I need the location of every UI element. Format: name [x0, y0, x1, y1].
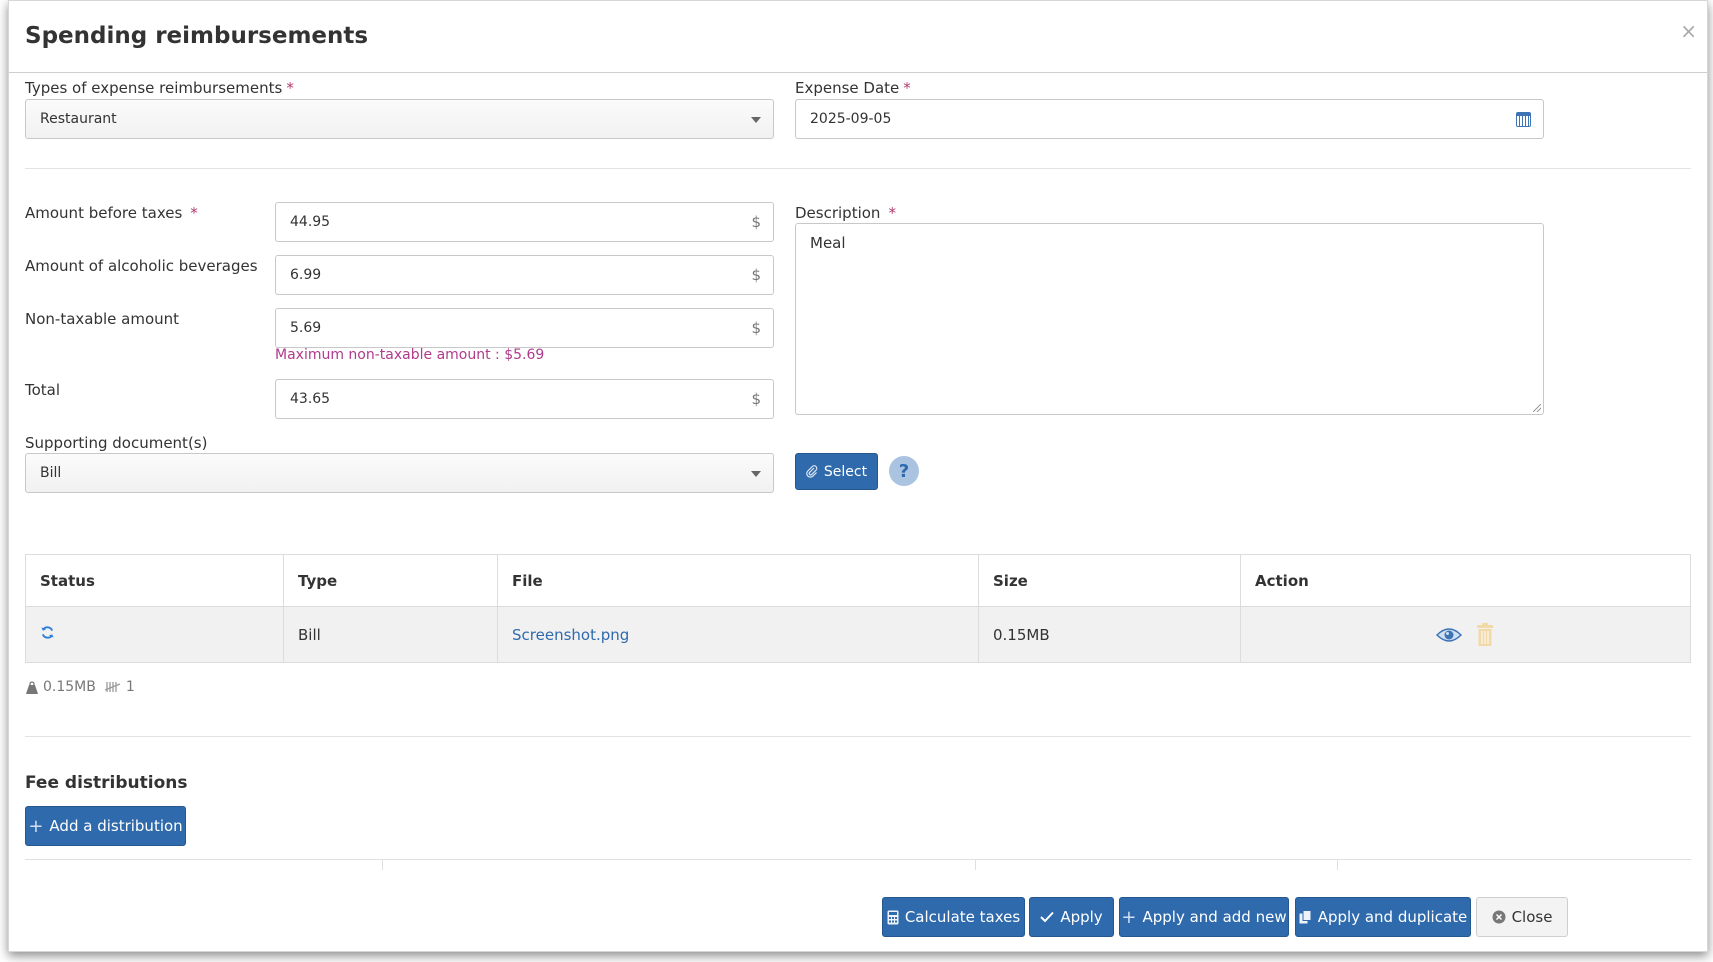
- status-cell: [25, 606, 284, 663]
- total-value: 43.65: [290, 391, 331, 407]
- tally-icon: [104, 682, 121, 692]
- expense-date-value: 2025-09-05: [810, 111, 892, 127]
- amount-before-taxes-label: Amount before taxes *: [25, 204, 198, 222]
- amount-before-taxes-value: 44.95: [290, 214, 331, 230]
- required-marker: *: [888, 204, 896, 222]
- alcohol-amount-label: Amount of alcoholic beverages: [25, 257, 258, 275]
- check-icon: [1040, 911, 1055, 923]
- description-textarea[interactable]: Meal: [795, 223, 1544, 415]
- dollar-icon: $: [751, 390, 761, 408]
- plus-icon: +: [28, 815, 44, 837]
- table-header-row: Status Type File Size Action: [25, 554, 1691, 607]
- expense-date-label: Expense Date *: [795, 79, 911, 97]
- divider: [25, 168, 1691, 169]
- documents-summary: 0.15MB 1: [25, 679, 135, 695]
- file-link[interactable]: Screenshot.png: [512, 626, 629, 644]
- copy-icon: [1299, 910, 1312, 924]
- add-distribution-button[interactable]: + Add a distribution: [25, 806, 186, 846]
- close-label: Close: [1511, 908, 1553, 926]
- apply-duplicate-button[interactable]: Apply and duplicate: [1295, 897, 1471, 937]
- divider: [25, 736, 1691, 737]
- non-taxable-label: Non-taxable amount: [25, 310, 180, 328]
- expense-type-value: Restaurant: [40, 111, 117, 127]
- description-label: Description *: [795, 204, 896, 222]
- close-button[interactable]: Close: [1476, 897, 1568, 937]
- expense-type-label-text: Types of expense reimbursements: [25, 79, 283, 97]
- fee-distributions-title: Fee distributions: [25, 773, 188, 793]
- expense-date-label-text: Expense Date: [795, 79, 900, 97]
- apply-duplicate-label: Apply and duplicate: [1317, 908, 1468, 926]
- supporting-docs-value: Bill: [40, 465, 62, 481]
- apply-label: Apply: [1060, 908, 1103, 926]
- non-taxable-input[interactable]: 5.69 $: [275, 308, 774, 348]
- action-cell: [1240, 606, 1691, 663]
- dollar-icon: $: [751, 319, 761, 337]
- dialog-header: Spending reimbursements ×: [9, 1, 1707, 73]
- calendar-icon[interactable]: [1516, 112, 1531, 127]
- total-input[interactable]: 43.65 $: [275, 379, 774, 419]
- chevron-down-icon: [751, 117, 761, 123]
- description-value: Meal: [810, 234, 846, 252]
- expense-type-label: Types of expense reimbursements *: [25, 79, 294, 97]
- required-marker: *: [903, 79, 911, 97]
- non-taxable-hint: Maximum non-taxable amount : $5.69: [275, 347, 545, 363]
- alcohol-amount-input[interactable]: 6.99 $: [275, 255, 774, 295]
- dialog-title: Spending reimbursements: [25, 23, 369, 49]
- chevron-down-icon: [751, 471, 761, 477]
- close-icon[interactable]: ×: [1680, 21, 1697, 41]
- supporting-docs-select[interactable]: Bill: [25, 453, 774, 493]
- expense-type-select[interactable]: Restaurant: [25, 99, 774, 139]
- file-count: 1: [125, 679, 135, 695]
- paperclip-icon: [806, 464, 818, 478]
- supporting-docs-label: Supporting document(s): [25, 434, 208, 452]
- plus-icon: +: [1121, 906, 1137, 928]
- eye-icon[interactable]: [1436, 626, 1463, 644]
- expense-date-input[interactable]: 2025-09-05: [795, 99, 1544, 139]
- documents-table: Status Type File Size Action Bill Screen…: [25, 554, 1691, 663]
- select-file-button[interactable]: Select: [795, 453, 878, 490]
- dollar-icon: $: [751, 213, 761, 231]
- add-distribution-label: Add a distribution: [49, 817, 183, 835]
- calculator-icon: [887, 910, 899, 924]
- resize-handle-icon[interactable]: [1533, 404, 1541, 412]
- table-row: Bill Screenshot.png 0.15MB: [25, 606, 1691, 663]
- help-icon[interactable]: ?: [889, 456, 919, 486]
- calculate-taxes-label: Calculate taxes: [904, 908, 1021, 926]
- weight-icon: [26, 680, 38, 694]
- file-cell: Screenshot.png: [497, 606, 979, 663]
- apply-button[interactable]: Apply: [1029, 897, 1114, 937]
- distribution-table-header: [25, 859, 1691, 870]
- non-taxable-value: 5.69: [290, 320, 322, 336]
- trash-icon[interactable]: [1475, 622, 1495, 647]
- refresh-icon: [41, 626, 54, 639]
- col-type: Type: [283, 554, 498, 607]
- col-action: Action: [1240, 554, 1691, 607]
- amount-before-taxes-label-text: Amount before taxes: [25, 204, 183, 222]
- col-status: Status: [25, 554, 284, 607]
- description-label-text: Description: [795, 204, 881, 222]
- alcohol-amount-value: 6.99: [290, 267, 322, 283]
- col-size: Size: [978, 554, 1241, 607]
- type-cell: Bill: [283, 606, 498, 663]
- apply-add-new-button[interactable]: + Apply and add new: [1119, 897, 1289, 937]
- amount-before-taxes-input[interactable]: 44.95 $: [275, 202, 774, 242]
- col-file: File: [497, 554, 979, 607]
- size-cell: 0.15MB: [978, 606, 1241, 663]
- select-file-label: Select: [823, 463, 868, 480]
- reimbursement-dialog: Spending reimbursements × Types of expen…: [8, 0, 1708, 952]
- calculate-taxes-button[interactable]: Calculate taxes: [882, 897, 1025, 937]
- apply-add-new-label: Apply and add new: [1142, 908, 1287, 926]
- dollar-icon: $: [751, 266, 761, 284]
- required-marker: *: [190, 204, 198, 222]
- close-circle-icon: [1492, 910, 1506, 924]
- required-marker: *: [286, 79, 294, 97]
- total-size: 0.15MB: [43, 679, 96, 695]
- total-label: Total: [25, 381, 61, 399]
